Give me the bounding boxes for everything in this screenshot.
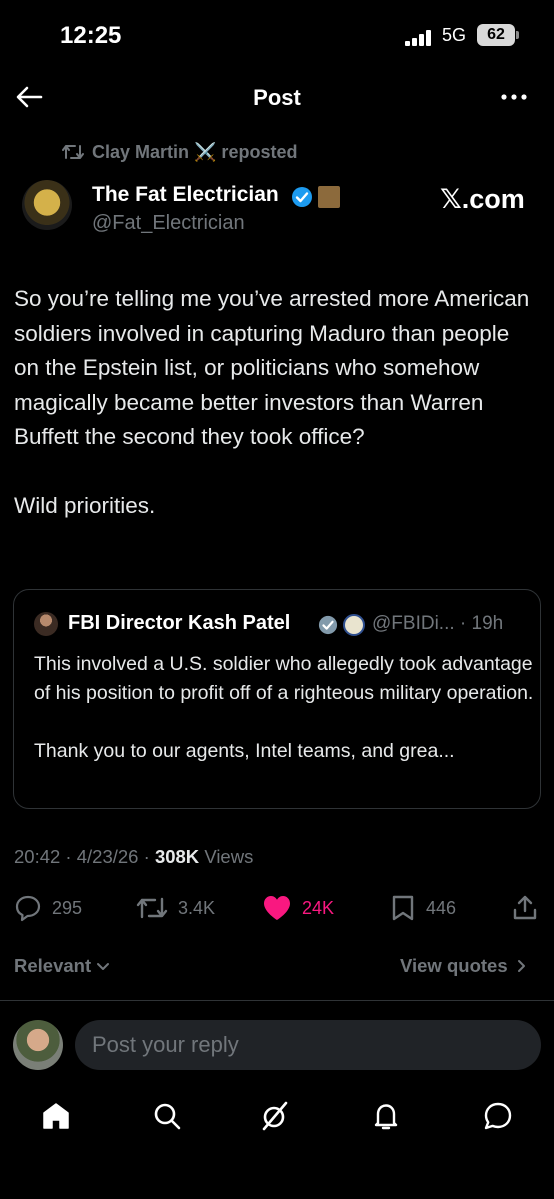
reply-button[interactable]: 295 xyxy=(14,890,82,926)
quote-handle: @FBIDi... xyxy=(372,613,455,634)
author-name[interactable]: The Fat Electrician xyxy=(92,183,279,207)
fbi-seal-badge xyxy=(343,614,365,636)
more-icon[interactable] xyxy=(498,84,530,110)
post-time: 20:42 xyxy=(14,846,61,867)
source-label: 𝕏.com xyxy=(440,184,525,214)
network-type: 5G xyxy=(442,25,467,45)
quote-author-name: FBI Director Kash Patel xyxy=(68,612,291,634)
messages-icon[interactable] xyxy=(482,1100,514,1132)
repost-count: 3.4K xyxy=(178,897,216,918)
bottom-nav xyxy=(0,1090,554,1140)
quote-text: This involved a U.S. soldier who alleged… xyxy=(34,650,534,795)
author-handle[interactable]: @Fat_Electrician xyxy=(92,212,245,235)
quote-paragraph: This involved a U.S. soldier who alleged… xyxy=(34,653,534,704)
status-bar: 12:25 5G 62 xyxy=(0,0,554,70)
chevron-right-icon xyxy=(517,960,525,972)
affiliate-badge xyxy=(318,186,340,208)
share-icon[interactable] xyxy=(512,894,538,922)
reply-input[interactable] xyxy=(75,1020,541,1070)
battery-icon: 62 xyxy=(477,24,515,46)
page-title: Post xyxy=(253,85,301,110)
sort-label: Relevant xyxy=(14,955,92,976)
quoted-post-card[interactable]: FBI Director Kash Patel @FBIDi... · 19h … xyxy=(13,589,541,809)
signal-icon xyxy=(405,30,435,46)
top-bar: Post xyxy=(0,70,554,126)
grok-icon[interactable] xyxy=(259,1100,291,1132)
post-paragraph: Wild priorities. xyxy=(14,492,156,518)
verified-icon xyxy=(292,187,312,207)
post-paragraph: So you’re telling me you’ve arrested mor… xyxy=(14,286,530,449)
repost-icon xyxy=(62,145,84,159)
quote-author-avatar xyxy=(34,612,58,636)
post-meta: 20:42 · 4/23/26 · 308K Views xyxy=(14,846,254,867)
bookmark-count: 446 xyxy=(426,897,457,918)
home-icon[interactable] xyxy=(40,1100,72,1132)
quote-paragraph: Thank you to our agents, Intel teams, an… xyxy=(34,740,455,762)
verified-icon xyxy=(318,615,338,635)
views-count: 308K xyxy=(154,846,200,867)
post-text: So you’re telling me you’ve arrested mor… xyxy=(14,282,540,557)
battery-tip xyxy=(516,31,519,39)
user-avatar[interactable] xyxy=(13,1020,63,1070)
reply-count: 295 xyxy=(52,897,83,918)
divider xyxy=(0,1000,554,1001)
views-label: Views xyxy=(204,846,254,867)
repost-text: Clay Martin ⚔️ reposted xyxy=(92,141,298,162)
repost-indicator[interactable]: Clay Martin ⚔️ reposted xyxy=(62,140,297,164)
repost-button[interactable]: 3.4K xyxy=(136,890,215,926)
notifications-icon[interactable] xyxy=(370,1100,402,1132)
sort-replies-dropdown[interactable]: Relevant xyxy=(14,955,111,977)
chevron-down-icon xyxy=(97,963,110,970)
search-icon[interactable] xyxy=(151,1100,183,1132)
status-time: 12:25 xyxy=(60,22,122,49)
quote-meta: @FBIDi... · 19h xyxy=(372,613,504,634)
author-avatar[interactable] xyxy=(22,180,72,230)
view-quotes-label: View quotes xyxy=(400,955,508,976)
repost-icon xyxy=(136,897,168,919)
heart-icon xyxy=(264,896,290,920)
post-date: 4/23/26 xyxy=(76,846,139,867)
action-bar: 295 3.4K 24K 446 xyxy=(0,890,554,926)
bookmark-button[interactable]: 446 xyxy=(390,890,456,926)
view-quotes-link[interactable]: View quotes xyxy=(400,955,530,977)
like-count: 24K xyxy=(302,897,335,918)
like-button[interactable]: 24K xyxy=(262,890,334,926)
quote-age: 19h xyxy=(471,613,504,634)
reply-icon xyxy=(15,895,41,922)
bookmark-icon xyxy=(392,895,414,921)
